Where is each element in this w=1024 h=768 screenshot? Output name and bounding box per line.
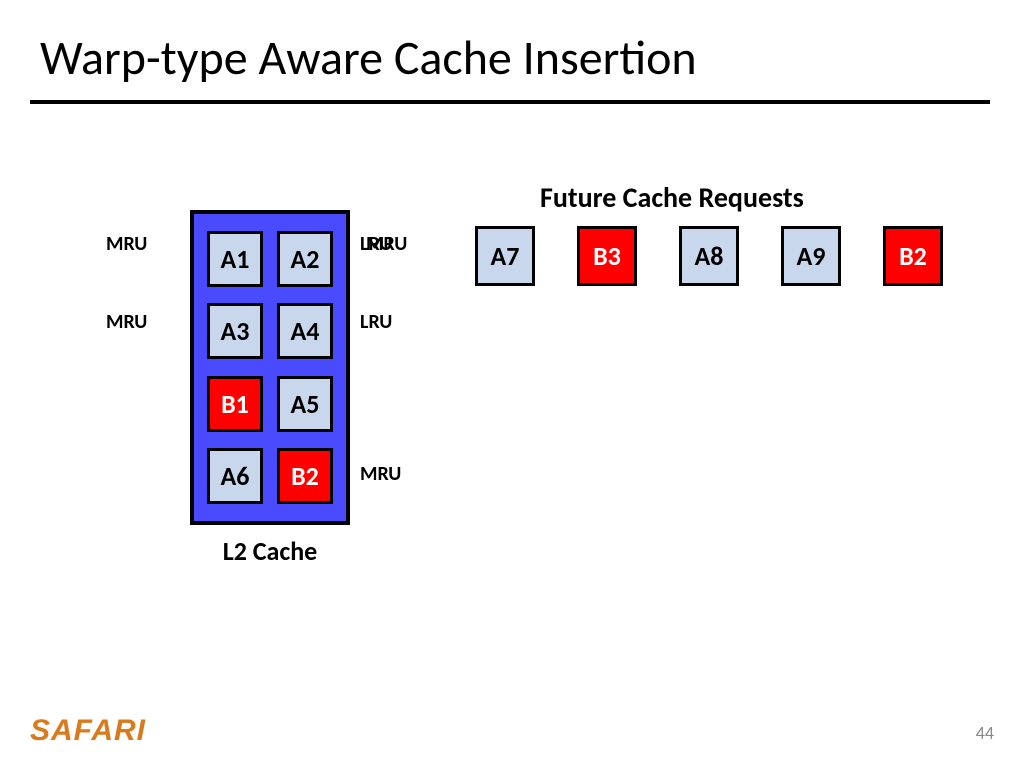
- page-number: 44: [976, 722, 994, 744]
- future-cell: A9: [781, 226, 841, 286]
- cache-cell: A1: [207, 231, 263, 287]
- future-cell: A7: [475, 226, 535, 286]
- l2-cache-grid: A1 A2 A3 A4 B1 A5 A6 B2: [194, 214, 346, 521]
- l2-cache-caption: L2 Cache: [200, 535, 340, 567]
- slide-title: Warp-type Aware Cache Insertion: [40, 28, 697, 87]
- cache-row: A1 A2: [207, 231, 333, 287]
- future-requests-row: A7 B3 A8 A9 B2: [475, 226, 943, 286]
- future-cell: B3: [577, 226, 637, 286]
- future-requests-title: Future Cache Requests: [540, 180, 804, 215]
- cache-cell: A2: [277, 231, 333, 287]
- l2-cache-box: A1 A2 A3 A4 B1 A5 A6 B2: [190, 210, 350, 525]
- row-label-right: LRU: [360, 310, 392, 334]
- title-underline: [30, 100, 990, 104]
- safari-logo: SAFARI: [30, 714, 146, 748]
- cache-cell: A5: [277, 376, 333, 432]
- future-cell: A8: [679, 226, 739, 286]
- cache-row: A6 B2: [207, 448, 333, 504]
- row-label-left: MRU: [106, 232, 147, 256]
- cache-cell: A6: [207, 448, 263, 504]
- cache-row: A3 A4: [207, 303, 333, 359]
- cache-cell: B2: [277, 448, 333, 504]
- future-cell: B2: [883, 226, 943, 286]
- row-label-right: MRU: [360, 462, 401, 486]
- row-label-right-overlap: MRU: [366, 232, 407, 256]
- cache-cell: A4: [277, 303, 333, 359]
- cache-cell: A3: [207, 303, 263, 359]
- cache-cell: B1: [207, 376, 263, 432]
- row-label-left: MRU: [106, 310, 147, 334]
- cache-row: B1 A5: [207, 376, 333, 432]
